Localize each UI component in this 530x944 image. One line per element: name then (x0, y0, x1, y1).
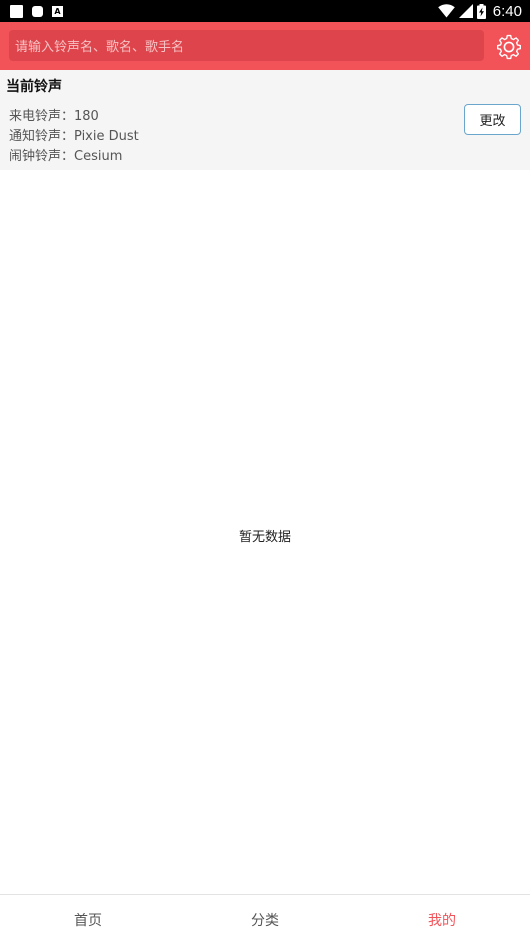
app-screen: A 6:40 请输入铃声名、歌名、歌手名 当前铃声 来电铃声：180 通知铃声：… (0, 0, 530, 944)
gear-icon[interactable] (495, 33, 523, 61)
ringtone-value: 180 (74, 109, 99, 124)
notification-square-icon (10, 4, 23, 18)
status-notifications: A (10, 4, 63, 18)
battery-charging-icon (476, 3, 486, 19)
status-bar: A 6:40 (0, 0, 530, 22)
bottom-nav: 首页 分类 我的 (0, 894, 530, 944)
notification-round-icon (32, 5, 43, 17)
app-header: 请输入铃声名、歌名、歌手名 (0, 22, 530, 70)
current-ringtone-panel: 当前铃声 来电铃声：180 通知铃声：Pixie Dust 闹钟铃声：Cesiu… (0, 70, 530, 170)
ringtone-label: 通知铃声： (9, 129, 75, 144)
alarm-ringtone-row: 闹钟铃声：Cesium (9, 145, 122, 164)
a-app-icon: A (52, 5, 63, 17)
panel-title: 当前铃声 (6, 79, 62, 95)
wifi-icon (437, 4, 455, 18)
ringtone-label: 闹钟铃声： (9, 149, 75, 164)
status-system: 6:40 (437, 2, 522, 20)
ringtone-label: 来电铃声： (9, 109, 75, 124)
change-ringtone-button[interactable]: 更改 (464, 104, 521, 135)
ringtone-value: Cesium (74, 149, 123, 164)
search-placeholder: 请输入铃声名、歌名、歌手名 (15, 40, 185, 55)
ringtone-value: Pixie Dust (74, 129, 139, 144)
incoming-call-ringtone-row: 来电铃声：180 (9, 105, 99, 124)
nav-home[interactable]: 首页 (0, 895, 176, 944)
cell-signal-icon (458, 4, 473, 18)
notification-ringtone-row: 通知铃声：Pixie Dust (9, 125, 139, 144)
empty-state-text: 暂无数据 (238, 530, 291, 545)
nav-category[interactable]: 分类 (177, 895, 353, 944)
nav-mine[interactable]: 我的 (354, 895, 530, 944)
search-input[interactable]: 请输入铃声名、歌名、歌手名 (9, 30, 484, 61)
status-time: 6:40 (492, 2, 522, 20)
